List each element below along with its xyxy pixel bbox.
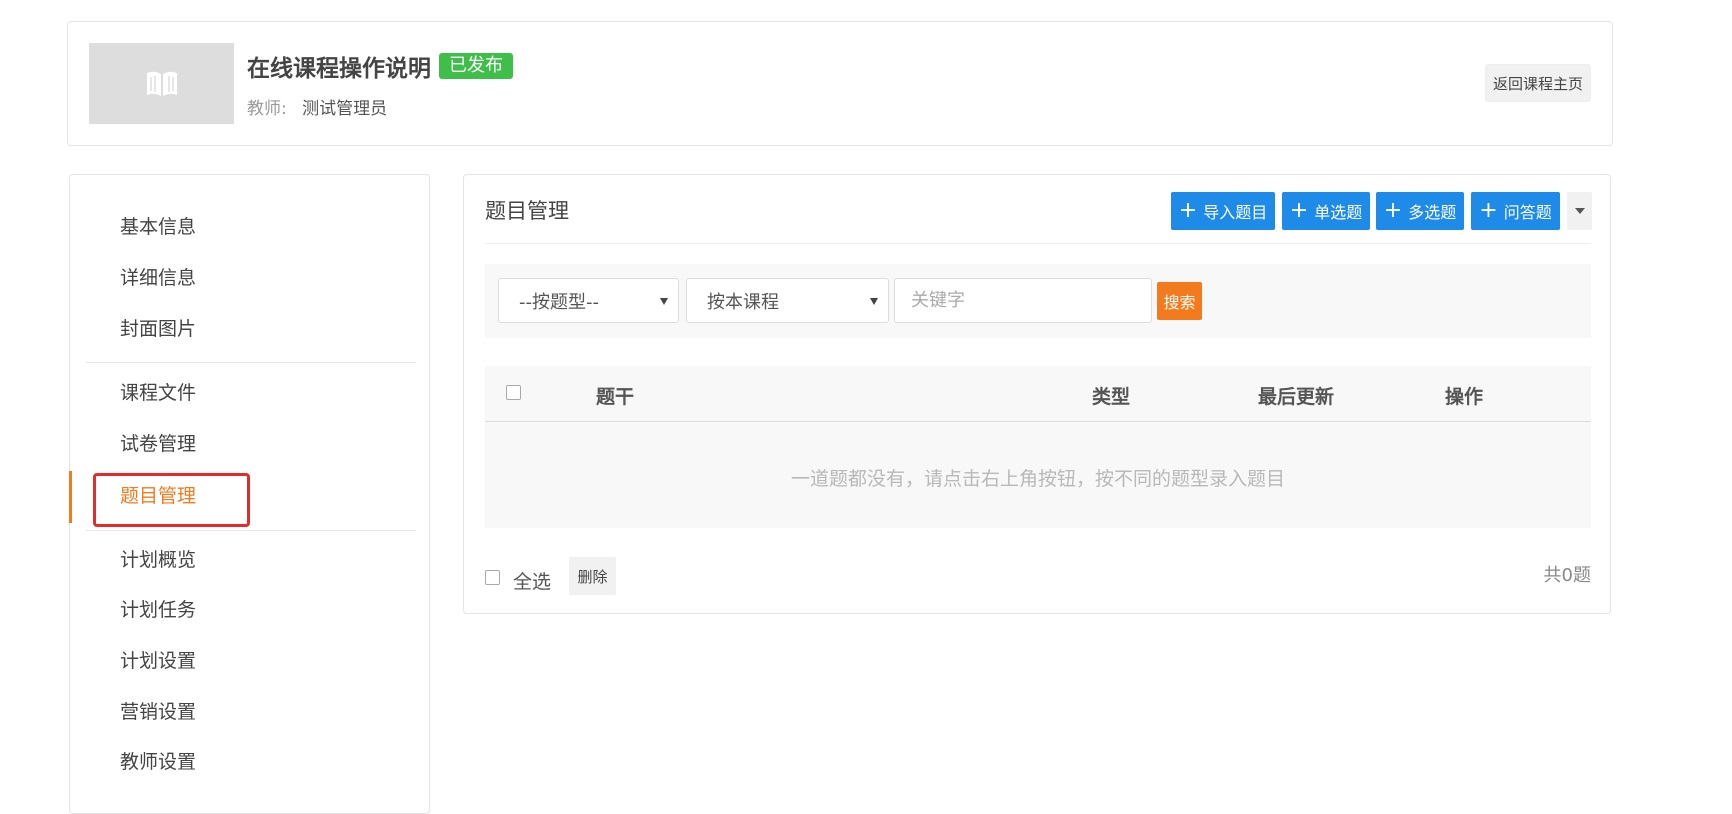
plus-icon: +	[1383, 198, 1403, 223]
plus-icon: +	[1289, 198, 1309, 223]
sidebar-item-plan-overview[interactable]: 计划概览	[120, 548, 196, 572]
column-header-type: 类型	[1092, 386, 1131, 408]
caret-down-icon	[1574, 208, 1585, 214]
add-multiple-choice-button[interactable]: + 多选题	[1376, 192, 1464, 230]
table-footer: 全选 删除 共0题	[485, 557, 1591, 597]
sidebar-divider	[86, 362, 416, 363]
teacher-label: 教师:	[247, 99, 287, 119]
column-header-stem: 题干	[596, 386, 635, 408]
table-empty-state: 一道题都没有，请点击右上角按钮，按不同的题型录入题目	[485, 422, 1591, 528]
column-header-updated: 最后更新	[1258, 386, 1335, 408]
question-management-panel: 题目管理 + 导入题目 + 单选题 + 多选题 + 问答题 --按题型-- 按本…	[463, 174, 1611, 614]
sidebar-divider	[86, 530, 416, 531]
sidebar: 基本信息 详细信息 封面图片 课程文件 试卷管理 题目管理 计划概览 计划任务 …	[69, 174, 430, 814]
delete-button[interactable]: 删除	[569, 557, 616, 595]
single-choice-label: 单选题	[1314, 203, 1363, 222]
sidebar-item-cover-image[interactable]: 封面图片	[120, 317, 196, 341]
teacher-name: 测试管理员	[302, 99, 388, 119]
select-arrow-icon	[660, 298, 668, 305]
multiple-choice-label: 多选题	[1408, 203, 1457, 222]
sidebar-item-marketing-settings[interactable]: 营销设置	[120, 700, 196, 724]
teacher-row: 教师: 测试管理员	[247, 94, 387, 119]
table-header: 题干 类型 最后更新 操作	[485, 366, 1591, 422]
select-all-checkbox[interactable]	[485, 570, 500, 585]
header-select-checkbox[interactable]	[506, 385, 521, 400]
sidebar-item-basic-info[interactable]: 基本信息	[120, 215, 196, 239]
back-to-course-button[interactable]: 返回课程主页	[1484, 64, 1591, 102]
course-header: 在线课程操作说明 已发布 教师: 测试管理员 返回课程主页	[67, 21, 1613, 146]
highlight-annotation-box	[93, 473, 250, 527]
course-scope-select-value: 按本课程	[707, 291, 779, 313]
select-all-label[interactable]: 全选	[513, 567, 551, 594]
sidebar-item-teacher-settings[interactable]: 教师设置	[120, 750, 196, 774]
course-title: 在线课程操作说明 已发布	[247, 49, 513, 83]
question-type-select[interactable]: --按题型--	[498, 278, 679, 323]
plus-icon: +	[1479, 198, 1498, 223]
sidebar-item-plan-settings[interactable]: 计划设置	[120, 649, 196, 673]
title-divider	[485, 243, 1591, 244]
sidebar-item-exam-management[interactable]: 试卷管理	[120, 432, 196, 456]
sidebar-item-course-files[interactable]: 课程文件	[120, 381, 196, 405]
sidebar-active-indicator	[69, 471, 72, 523]
select-arrow-icon	[870, 298, 878, 305]
total-count: 共0题	[1543, 565, 1591, 586]
add-essay-question-button[interactable]: + 问答题	[1471, 192, 1560, 230]
sidebar-item-detail-info[interactable]: 详细信息	[120, 266, 196, 290]
course-cover	[89, 43, 234, 124]
empty-state-message: 一道题都没有，请点击右上角按钮，按不同的题型录入题目	[790, 468, 1285, 490]
book-icon	[146, 71, 177, 96]
question-table: 题干 类型 最后更新 操作 一道题都没有，请点击右上角按钮，按不同的题型录入题目	[485, 366, 1591, 528]
essay-question-label: 问答题	[1503, 203, 1552, 222]
import-questions-label: 导入题目	[1203, 203, 1268, 222]
status-badge: 已发布	[439, 53, 513, 79]
keyword-input[interactable]	[894, 278, 1152, 323]
filter-bar: --按题型-- 按本课程 搜索	[485, 264, 1591, 338]
import-questions-button[interactable]: + 导入题目	[1171, 192, 1275, 230]
plus-icon: +	[1178, 198, 1198, 223]
more-types-dropdown-button[interactable]	[1567, 192, 1592, 230]
sidebar-item-plan-tasks[interactable]: 计划任务	[120, 598, 196, 622]
panel-title: 题目管理	[485, 199, 569, 223]
course-title-text: 在线课程操作说明	[247, 56, 431, 82]
question-type-select-value: --按题型--	[519, 291, 599, 313]
column-header-actions: 操作	[1445, 386, 1484, 408]
search-button[interactable]: 搜索	[1157, 282, 1202, 320]
add-single-choice-button[interactable]: + 单选题	[1282, 192, 1370, 230]
course-scope-select[interactable]: 按本课程	[686, 278, 889, 323]
